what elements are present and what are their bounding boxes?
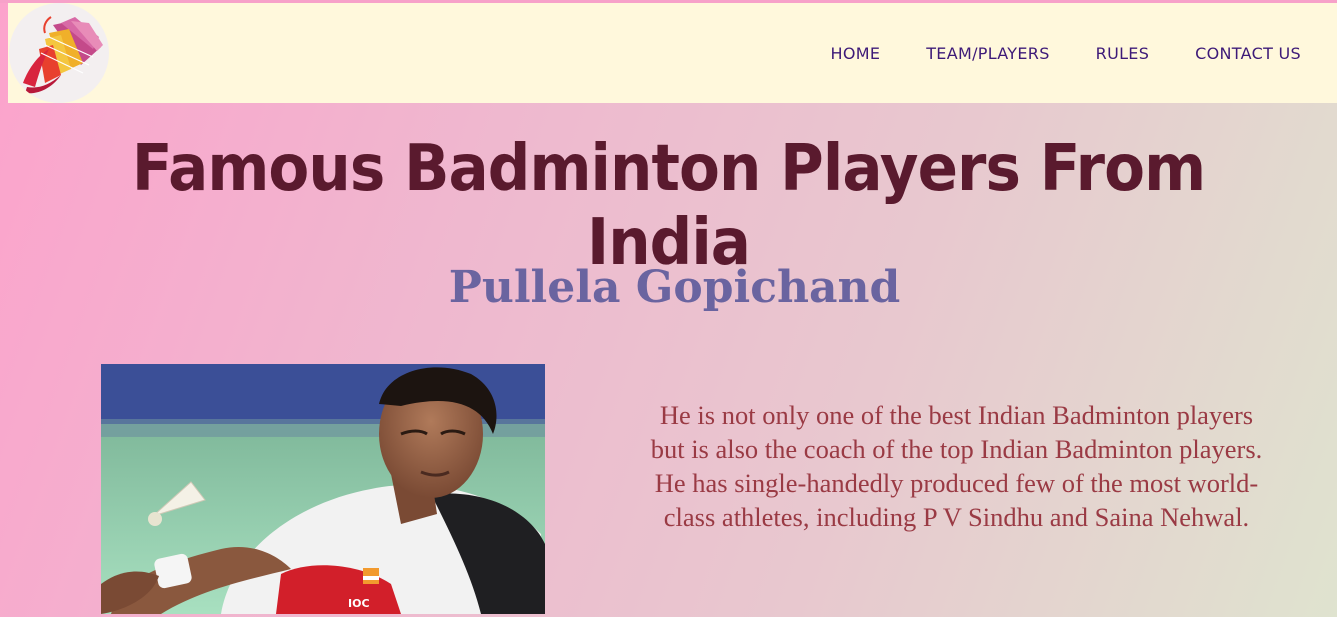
page-title: Famous Badminton Players From India xyxy=(131,132,1206,280)
nav-contact-us-link[interactable]: CONTACT US xyxy=(1195,44,1301,63)
player-description: He is not only one of the best Indian Ba… xyxy=(650,400,1263,532)
jersey-logo-text: IOC xyxy=(348,597,370,610)
nav-rules-link[interactable]: RULES xyxy=(1096,44,1150,63)
shuttlecock-logo-icon[interactable] xyxy=(9,3,109,103)
player-photo: IOC xyxy=(101,364,545,614)
main-nav: HOME TEAM/PLAYERS RULES CONTACT US xyxy=(830,3,1301,103)
nav-home-link[interactable]: HOME xyxy=(830,44,880,63)
player-name-heading: Pullela Gopichand xyxy=(448,262,901,313)
navbar: HOME TEAM/PLAYERS RULES CONTACT US xyxy=(8,3,1337,103)
nav-team-players-link[interactable]: TEAM/PLAYERS xyxy=(926,44,1049,63)
